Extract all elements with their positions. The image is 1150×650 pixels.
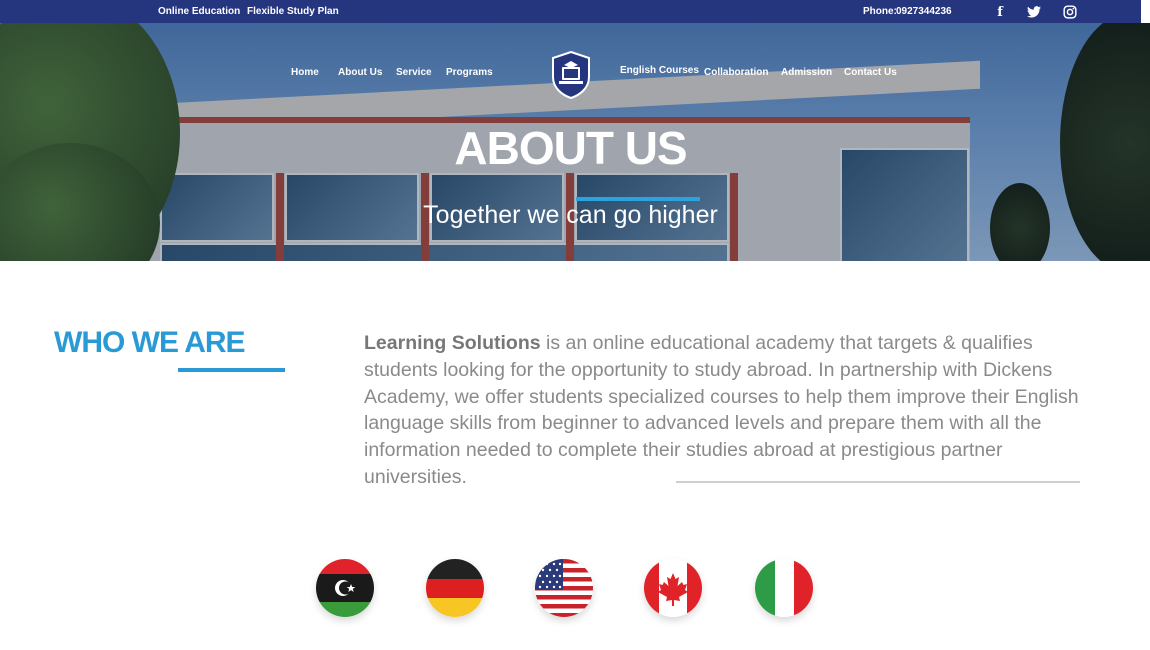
nav-english-courses[interactable]: English Courses <box>620 65 699 76</box>
top-bar: Online Education Flexible Study Plan Pho… <box>0 0 1141 23</box>
nav-programs[interactable]: Programs <box>446 67 493 78</box>
hero-banner: Home About Us Service Programs English C… <box>0 23 1150 261</box>
usa-flag <box>535 559 593 617</box>
instagram-icon[interactable] <box>1062 4 1078 20</box>
top-bar-online-education[interactable]: Online Education <box>158 6 240 17</box>
nav-home[interactable]: Home <box>291 67 319 78</box>
description-divider <box>676 481 1080 483</box>
about-description-text: is an online educational academy that ta… <box>364 332 1079 488</box>
canada-flag <box>644 559 702 617</box>
nav-about-us[interactable]: About Us <box>338 67 382 78</box>
nav-contact-us[interactable]: Contact Us <box>844 67 897 78</box>
facebook-icon[interactable]: f <box>992 4 1008 20</box>
hero-subtitle: Together we can go higher <box>423 201 718 229</box>
nav-collaboration[interactable]: Collaboration <box>704 67 768 78</box>
libya-flag <box>316 559 374 617</box>
site-logo[interactable] <box>551 50 591 100</box>
who-we-are-heading: WHO WE ARE <box>54 326 246 359</box>
who-we-are-underline <box>178 368 285 372</box>
nav-service[interactable]: Service <box>396 67 432 78</box>
top-bar-flexible-study[interactable]: Flexible Study Plan <box>247 6 339 17</box>
about-description: Learning Solutions is an online educatio… <box>364 330 1084 491</box>
nav-admission[interactable]: Admission <box>781 67 832 78</box>
twitter-icon[interactable] <box>1026 4 1042 20</box>
phone-number[interactable]: 0927344236 <box>896 6 952 17</box>
hero-title: ABOUT US <box>454 122 687 174</box>
brand-name: Learning Solutions <box>364 332 541 354</box>
phone-label: Phone: <box>863 6 897 17</box>
italy-flag <box>755 559 813 617</box>
germany-flag <box>426 559 484 617</box>
